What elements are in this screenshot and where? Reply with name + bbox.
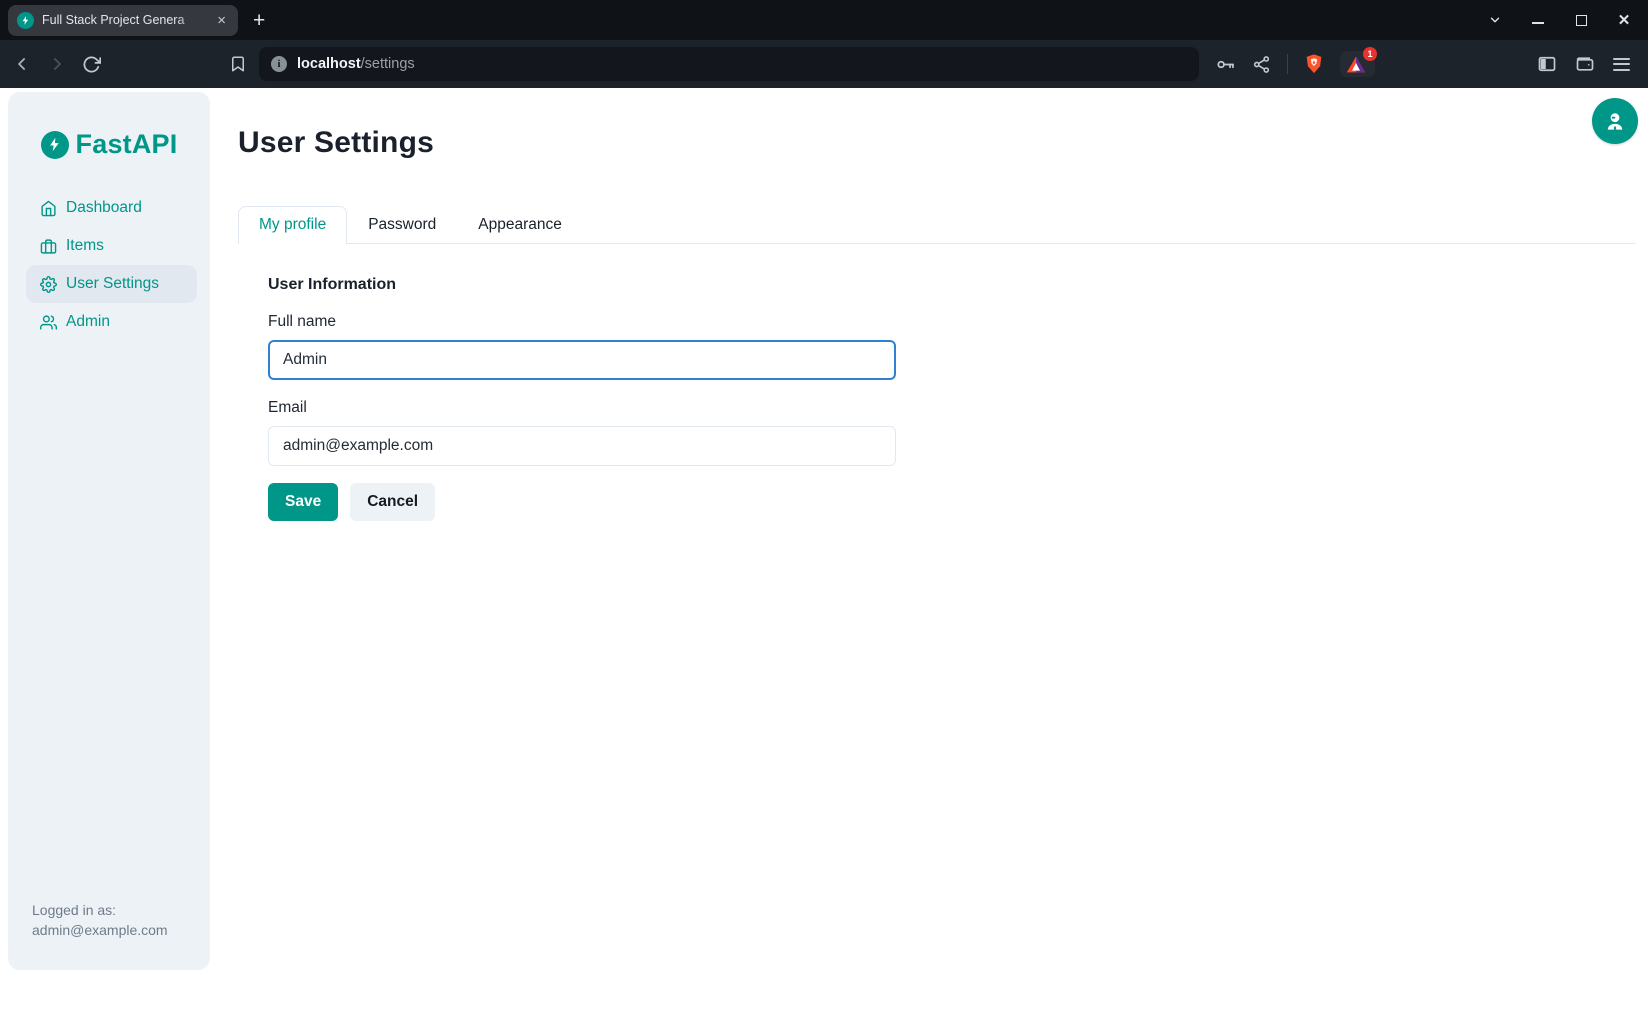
minimize-button[interactable] [1530,12,1546,28]
sidebar-item-user-settings[interactable]: User Settings [26,265,197,303]
user-avatar-button[interactable] [1592,98,1638,144]
browser-toolbar: i localhost/settings 1 [0,40,1648,88]
sidebar-nav: Dashboard Items User Settings [8,189,210,341]
gear-icon [40,276,57,293]
email-label: Email [268,399,1648,417]
forward-button[interactable] [47,54,67,74]
main-content: User Settings My profile Password Appear… [210,88,1648,1025]
save-button[interactable]: Save [268,483,338,521]
sidebar-item-items[interactable]: Items [26,227,197,265]
settings-tabs: My profile Password Appearance [238,206,1636,244]
sidebar-item-label: User Settings [66,275,159,293]
site-info-icon[interactable]: i [271,56,287,72]
logged-in-footer: Logged in as: admin@example.com [8,900,210,970]
profile-panel: User Information Full name Email Save Ca… [238,244,1648,521]
user-astronaut-icon [1603,109,1627,133]
toolbar-divider [1287,54,1288,74]
url-bar[interactable]: i localhost/settings [259,47,1199,81]
section-title: User Information [268,276,1648,294]
tab-strip: Full Stack Project Genera × + ✕ [0,0,1648,40]
tab-title: Full Stack Project Genera [42,13,206,27]
form-actions: Save Cancel [268,483,1648,521]
users-icon [40,314,57,331]
url-path: /settings [361,56,415,72]
sidebar: FastAPI Dashboard Items [8,92,210,970]
app-page: FastAPI Dashboard Items [0,88,1648,1025]
browser-window: Full Stack Project Genera × + ✕ [0,0,1648,1025]
window-controls: ✕ [1487,12,1632,28]
new-tab-button[interactable]: + [253,10,265,31]
page-title: User Settings [238,126,1648,161]
tab-appearance[interactable]: Appearance [457,206,583,244]
tab-password[interactable]: Password [347,206,457,244]
nav-buttons [12,54,101,74]
wallet-icon[interactable] [1575,54,1595,74]
sidebar-toggle-icon[interactable] [1537,54,1557,74]
rewards-notification-badge: 1 [1363,47,1377,61]
url-host: localhost [297,56,361,72]
brave-shield-icon[interactable] [1304,53,1324,75]
menu-hamburger-icon[interactable] [1613,58,1630,71]
sidebar-item-label: Dashboard [66,199,142,217]
fastapi-favicon-icon [17,12,34,29]
email-input[interactable] [268,426,896,466]
toolbar-action-icons: 1 [1215,51,1375,77]
maximize-button[interactable] [1573,12,1589,28]
fastapi-bolt-icon [41,131,69,159]
fastapi-logo: FastAPI [41,129,178,160]
full-name-label: Full name [268,313,1648,331]
logged-in-email: admin@example.com [32,920,196,940]
sidebar-item-dashboard[interactable]: Dashboard [26,189,197,227]
tab-search-chevron-icon[interactable] [1487,12,1503,28]
sidebar-item-label: Items [66,237,104,255]
sidebar-item-label: Admin [66,313,110,331]
tab-my-profile[interactable]: My profile [238,206,347,244]
brave-rewards-button[interactable]: 1 [1340,51,1375,77]
share-icon[interactable] [1252,55,1271,74]
browser-tab[interactable]: Full Stack Project Genera × [8,5,238,36]
bookmark-icon[interactable] [229,55,247,73]
home-icon [40,200,57,217]
tab-close-button[interactable]: × [214,11,229,30]
logged-in-label: Logged in as: [32,900,196,920]
logo-text: FastAPI [76,129,178,160]
brave-rewards-triangle-icon [1346,55,1366,74]
briefcase-icon [40,238,57,255]
reload-button[interactable] [82,55,101,74]
toolbar-right-icons [1537,54,1630,74]
cancel-button[interactable]: Cancel [350,483,435,521]
back-button[interactable] [12,54,32,74]
url-text: localhost/settings [297,55,415,73]
full-name-input[interactable] [268,340,896,380]
sidebar-item-admin[interactable]: Admin [26,303,197,341]
password-key-icon[interactable] [1215,54,1236,75]
close-window-button[interactable]: ✕ [1616,12,1632,28]
